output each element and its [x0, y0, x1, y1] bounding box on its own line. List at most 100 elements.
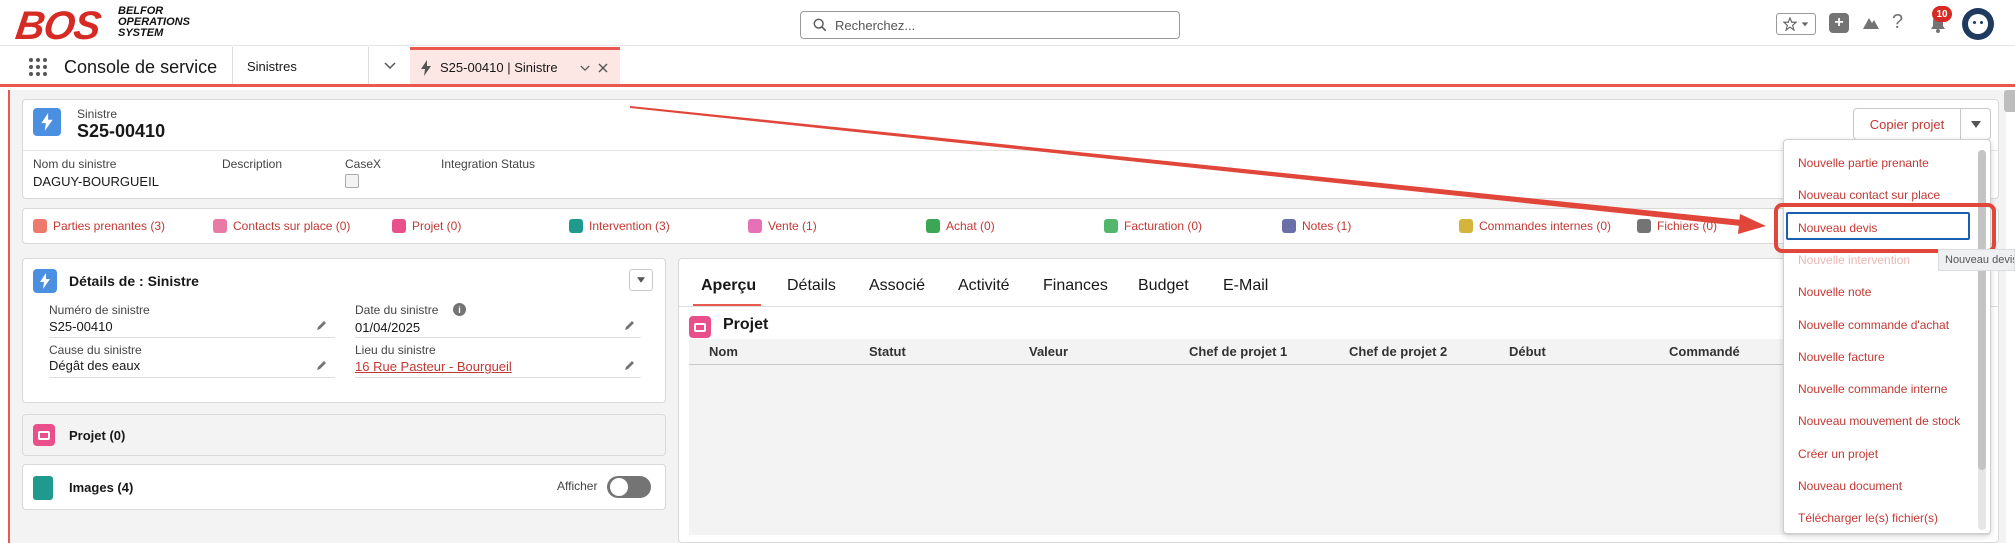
column-header-nom[interactable]: Nom — [709, 344, 738, 359]
record-header: Sinistre S25-00410 Nom du sinistre DAGUY… — [22, 99, 1999, 199]
tab-s25-00410[interactable]: S25-00410 | Sinistre — [410, 47, 620, 84]
chevron-down-icon[interactable] — [580, 65, 590, 72]
facturation-icon — [1104, 219, 1118, 233]
images-card: Images (4) Afficher — [22, 464, 666, 510]
menu-item-mouvement-stock[interactable]: Nouveau mouvement de stock — [1798, 414, 1960, 428]
pencil-icon[interactable] — [623, 319, 636, 332]
dropdown-scroll-thumb[interactable] — [1978, 150, 1986, 470]
field-label-cause: Cause du sinistre — [49, 343, 142, 357]
projet-icon — [689, 316, 711, 338]
tab-apercu[interactable]: Aperçu — [701, 277, 756, 295]
menu-item-commande-achat[interactable]: Nouvelle commande d'achat — [1798, 318, 1949, 332]
menu-item-creer-projet[interactable]: Créer un projet — [1798, 447, 1878, 461]
trailhead-icon[interactable] — [1860, 13, 1882, 33]
search-icon — [813, 18, 827, 32]
link-commandes-internes[interactable]: Commandes internes (0) — [1459, 219, 1611, 233]
afficher-toggle[interactable] — [607, 476, 651, 498]
parties-icon — [33, 219, 47, 233]
favorites-button[interactable] — [1776, 13, 1816, 35]
field-value-lieu[interactable]: 16 Rue Pasteur - Bourgueil — [355, 359, 512, 374]
details-menu-button[interactable] — [629, 269, 653, 291]
link-intervention[interactable]: Intervention (3) — [569, 219, 670, 233]
tab-finances[interactable]: Finances — [1043, 277, 1108, 295]
menu-tooltip: Nouveau devis — [1938, 249, 2015, 271]
fichiers-icon — [1637, 219, 1651, 233]
link-contacts[interactable]: Contacts sur place (0) — [213, 219, 350, 233]
logo[interactable]: BOS — [13, 4, 103, 49]
column-header-debut[interactable]: Début — [1509, 344, 1546, 359]
menu-item-facture[interactable]: Nouvelle facture — [1798, 350, 1885, 364]
field-label-date: Date du sinistre — [355, 303, 439, 317]
close-icon[interactable] — [598, 63, 608, 73]
tab-email[interactable]: E-Mail — [1223, 277, 1268, 295]
field-divider — [49, 377, 335, 378]
copy-project-button[interactable]: Copier projet — [1853, 108, 1961, 140]
field-label-casex: CaseX — [345, 157, 382, 171]
tab-details[interactable]: Détails — [787, 277, 836, 295]
link-label: Vente (1) — [768, 219, 817, 233]
avatar[interactable] — [1962, 8, 1994, 40]
link-facturation[interactable]: Facturation (0) — [1104, 219, 1202, 233]
casex-checkbox — [345, 174, 359, 188]
nav-divider — [368, 47, 369, 84]
projet-icon — [392, 219, 406, 233]
notes-icon — [1282, 219, 1296, 233]
menu-item-intervention[interactable]: Nouvelle intervention — [1798, 253, 1910, 267]
vente-icon — [748, 219, 762, 233]
menu-item-partie-prenante[interactable]: Nouvelle partie prenante — [1798, 156, 1929, 170]
commandes-icon — [1459, 219, 1473, 233]
tab-sinistres[interactable]: Sinistres — [247, 59, 297, 74]
add-icon[interactable]: + — [1829, 13, 1849, 33]
app-launcher-icon[interactable] — [28, 57, 48, 77]
column-header-valeur[interactable]: Valeur — [1029, 344, 1068, 359]
menu-item-note[interactable]: Nouvelle note — [1798, 285, 1871, 299]
link-label: Achat (0) — [946, 219, 995, 233]
link-label: Facturation (0) — [1124, 219, 1203, 233]
image-file-icon — [33, 476, 53, 500]
chevron-down-icon[interactable] — [384, 62, 396, 70]
actions-dropdown: Nouvelle partie prenante Nouveau contact… — [1783, 139, 1991, 534]
menu-item-document[interactable]: Nouveau document — [1798, 479, 1902, 493]
link-parties-prenantes[interactable]: Parties prenantes (3) — [33, 219, 165, 233]
tab-associe[interactable]: Associé — [869, 277, 925, 295]
menu-item-contact-sur-place[interactable]: Nouveau contact sur place — [1798, 188, 1940, 202]
link-vente[interactable]: Vente (1) — [748, 219, 817, 233]
global-search[interactable]: Recherchez... — [800, 11, 1180, 39]
info-icon[interactable]: i — [453, 303, 466, 316]
column-header-chef1[interactable]: Chef de projet 1 — [1189, 344, 1287, 359]
link-label: Intervention (3) — [589, 219, 670, 233]
link-fichiers[interactable]: Fichiers (0) — [1637, 219, 1717, 233]
link-achat[interactable]: Achat (0) — [926, 219, 995, 233]
column-header-commande[interactable]: Commandé — [1669, 344, 1740, 359]
menu-item-commande-interne[interactable]: Nouvelle commande interne — [1798, 382, 1947, 396]
field-divider — [49, 337, 335, 338]
object-label: Sinistre — [77, 107, 118, 121]
pencil-icon[interactable] — [315, 319, 328, 332]
column-header-chef2[interactable]: Chef de projet 2 — [1349, 344, 1447, 359]
projet-related-card[interactable]: Projet (0) — [22, 414, 666, 456]
link-notes[interactable]: Notes (1) — [1282, 219, 1351, 233]
link-projet[interactable]: Projet (0) — [392, 219, 461, 233]
global-header: BOS BELFOR OPERATIONS SYSTEM Recherchez.… — [0, 0, 2015, 49]
chevron-down-icon — [1801, 22, 1809, 27]
tab-budget[interactable]: Budget — [1138, 277, 1189, 295]
help-icon[interactable]: ? — [1892, 11, 1903, 34]
tab-activite[interactable]: Activité — [958, 277, 1010, 295]
nav-divider — [232, 47, 233, 84]
pencil-icon[interactable] — [623, 359, 636, 372]
more-actions-button[interactable] — [1961, 108, 1991, 140]
link-label: Commandes internes (0) — [1479, 219, 1612, 233]
menu-item-telecharger[interactable]: Télécharger le(s) fichier(s) — [1798, 511, 1938, 525]
star-icon — [1783, 17, 1797, 31]
projet-list-title: Projet — [723, 316, 769, 333]
field-label-description: Description — [222, 157, 283, 171]
column-header-statut[interactable]: Statut — [869, 344, 906, 359]
field-value-cause: Dégât des eaux — [49, 358, 141, 373]
pencil-icon[interactable] — [315, 359, 328, 372]
toggle-label: Afficher — [557, 479, 598, 493]
images-card-title: Images (4) — [69, 480, 134, 495]
utility-panel-handle[interactable] — [2004, 90, 2015, 112]
projet-card-title: Projet (0) — [69, 428, 126, 443]
details-title: Détails de : Sinistre — [69, 273, 199, 289]
link-label: Projet (0) — [412, 219, 462, 233]
